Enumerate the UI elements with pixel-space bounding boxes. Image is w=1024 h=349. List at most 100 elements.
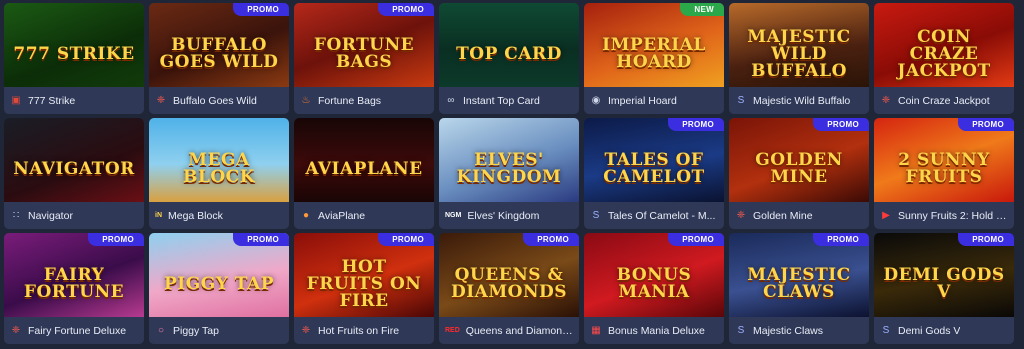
- game-thumbnail[interactable]: 2 Sunny Fruits PROMO: [874, 118, 1014, 202]
- game-footer[interactable]: ▣ 777 Strike: [4, 87, 144, 114]
- dots-icon: ❈: [301, 324, 311, 336]
- game-thumbnail[interactable]: Fortune Bags PROMO: [294, 3, 434, 87]
- game-name: Majestic Claws: [753, 324, 824, 337]
- game-card[interactable]: Piggy Tap PROMO ○ Piggy Tap: [149, 233, 289, 344]
- game-name: Hot Fruits on Fire: [318, 324, 400, 337]
- game-thumbnail[interactable]: Golden Mine PROMO: [729, 118, 869, 202]
- game-name: Fortune Bags: [318, 94, 382, 107]
- game-footer[interactable]: S Majestic Claws: [729, 317, 869, 344]
- game-footer[interactable]: ● AviaPlane: [294, 202, 434, 229]
- game-footer[interactable]: S Majestic Wild Buffalo: [729, 87, 869, 114]
- game-art-title: 2 Sunny Fruits: [898, 150, 990, 187]
- game-card[interactable]: 777 Strike ▣ 777 Strike: [4, 3, 144, 114]
- game-name: Fairy Fortune Deluxe: [28, 324, 127, 337]
- game-card[interactable]: Navigator ∷ Navigator: [4, 118, 144, 229]
- game-name: Imperial Hoard: [608, 94, 677, 107]
- game-footer[interactable]: ❈ Fairy Fortune Deluxe: [4, 317, 144, 344]
- game-card[interactable]: Hot Fruits on Fire PROMO ❈ Hot Fruits on Fi…: [294, 233, 434, 344]
- game-card[interactable]: Majestic Claws PROMO S Majestic Claws: [729, 233, 869, 344]
- game-thumbnail[interactable]: AviaPlane: [294, 118, 434, 202]
- game-card[interactable]: Coin Craze Jackpot ❈ Coin Craze Jackpot: [874, 3, 1014, 114]
- game-thumbnail[interactable]: Majestic Wild Buffalo: [729, 3, 869, 87]
- game-name: Coin Craze Jackpot: [898, 94, 990, 107]
- game-art-title: Elves' Kingdom: [456, 150, 562, 187]
- game-thumbnail[interactable]: Fairy Fortune PROMO: [4, 233, 144, 317]
- game-thumbnail[interactable]: Navigator: [4, 118, 144, 202]
- game-name: Tales Of Camelot - M...: [608, 209, 716, 222]
- game-card[interactable]: Queens & Diamonds PROMO RED Queens and Diam…: [439, 233, 579, 344]
- game-card[interactable]: 2 Sunny Fruits PROMO ▶ Sunny Fruits 2: Hold…: [874, 118, 1014, 229]
- game-thumbnail[interactable]: Imperial Hoard NEW: [584, 3, 724, 87]
- game-card[interactable]: Golden Mine PROMO ❈ Golden Mine: [729, 118, 869, 229]
- game-art-title: Hot Fruits on Fire: [306, 256, 422, 311]
- game-footer[interactable]: S Tales Of Camelot - M...: [584, 202, 724, 229]
- game-thumbnail[interactable]: Bonus Mania PROMO: [584, 233, 724, 317]
- game-art-title: Majestic Wild Buffalo: [747, 26, 851, 81]
- game-art-title: Bonus Mania: [616, 265, 692, 302]
- game-thumbnail[interactable]: Buffalo Goes Wild PROMO: [149, 3, 289, 87]
- game-thumbnail[interactable]: Coin Craze Jackpot: [874, 3, 1014, 87]
- game-name: Bonus Mania Deluxe: [608, 324, 705, 337]
- game-name: Majestic Wild Buffalo: [753, 94, 851, 107]
- game-footer[interactable]: S Demi Gods V: [874, 317, 1014, 344]
- game-footer[interactable]: NGM Elves' Kingdom: [439, 202, 579, 229]
- game-footer[interactable]: RED Queens and Diamonds: [439, 317, 579, 344]
- promo-badge: PROMO: [668, 118, 724, 131]
- game-name: Mega Block: [168, 209, 223, 222]
- game-card[interactable]: Top Card ∞ Instant Top Card: [439, 3, 579, 114]
- game-thumbnail[interactable]: Queens & Diamonds PROMO: [439, 233, 579, 317]
- game-card[interactable]: Fairy Fortune PROMO ❈ Fairy Fortune Deluxe: [4, 233, 144, 344]
- game-footer[interactable]: ♨ Fortune Bags: [294, 87, 434, 114]
- game-art-title: Imperial Hoard: [602, 35, 706, 72]
- game-footer[interactable]: ∷ Navigator: [4, 202, 144, 229]
- game-footer[interactable]: ◉ Imperial Hoard: [584, 87, 724, 114]
- red-icon: RED: [445, 327, 460, 334]
- game-thumbnail[interactable]: Mega Block: [149, 118, 289, 202]
- promo-badge: PROMO: [523, 233, 579, 246]
- game-art-title: Coin Craze Jackpot: [897, 26, 991, 81]
- game-footer[interactable]: ❈ Coin Craze Jackpot: [874, 87, 1014, 114]
- game-footer[interactable]: ○ Piggy Tap: [149, 317, 289, 344]
- game-card[interactable]: Buffalo Goes Wild PROMO ❈ Buffalo Goes Wild: [149, 3, 289, 114]
- game-thumbnail[interactable]: Hot Fruits on Fire PROMO: [294, 233, 434, 317]
- game-name: Navigator: [28, 209, 73, 222]
- game-card[interactable]: Demi Gods V PROMO S Demi Gods V: [874, 233, 1014, 344]
- game-card[interactable]: Mega Block iN Mega Block: [149, 118, 289, 229]
- game-card[interactable]: Elves' Kingdom NGM Elves' Kingdom: [439, 118, 579, 229]
- game-art-title: Fortune Bags: [313, 35, 415, 72]
- game-card[interactable]: Majestic Wild Buffalo S Majestic Wild Buff…: [729, 3, 869, 114]
- game-card[interactable]: Imperial Hoard NEW ◉ Imperial Hoard: [584, 3, 724, 114]
- game-art-title: Fairy Fortune: [23, 265, 125, 302]
- game-thumbnail[interactable]: 777 Strike: [4, 3, 144, 87]
- square-icon: ▣: [11, 94, 21, 106]
- game-thumbnail[interactable]: Demi Gods V PROMO: [874, 233, 1014, 317]
- game-name: Sunny Fruits 2: Hold a...: [898, 209, 1008, 222]
- game-card[interactable]: AviaPlane ● AviaPlane: [294, 118, 434, 229]
- game-thumbnail[interactable]: Majestic Claws PROMO: [729, 233, 869, 317]
- game-footer[interactable]: ❈ Hot Fruits on Fire: [294, 317, 434, 344]
- game-card[interactable]: Bonus Mania PROMO ▦ Bonus Mania Deluxe: [584, 233, 724, 344]
- game-footer[interactable]: iN Mega Block: [149, 202, 289, 229]
- promo-badge: PROMO: [958, 118, 1014, 131]
- game-art-title: Top Card: [456, 43, 562, 64]
- game-name: Instant Top Card: [463, 94, 540, 107]
- game-thumbnail[interactable]: Tales of Camelot PROMO: [584, 118, 724, 202]
- game-footer[interactable]: ▶ Sunny Fruits 2: Hold a...: [874, 202, 1014, 229]
- gamepad-icon: ◉: [591, 94, 601, 106]
- promo-badge: PROMO: [233, 233, 289, 246]
- game-thumbnail[interactable]: Piggy Tap PROMO: [149, 233, 289, 317]
- game-card[interactable]: Tales of Camelot PROMO S Tales Of Camelot -…: [584, 118, 724, 229]
- game-thumbnail[interactable]: Top Card: [439, 3, 579, 87]
- game-name: Demi Gods V: [898, 324, 961, 337]
- game-name: Piggy Tap: [173, 324, 219, 337]
- game-card[interactable]: Fortune Bags PROMO ♨ Fortune Bags: [294, 3, 434, 114]
- game-footer[interactable]: ∞ Instant Top Card: [439, 87, 579, 114]
- promo-badge: PROMO: [378, 3, 434, 16]
- game-footer[interactable]: ▦ Bonus Mania Deluxe: [584, 317, 724, 344]
- s-icon: S: [737, 94, 745, 106]
- game-name: 777 Strike: [28, 94, 76, 107]
- game-thumbnail[interactable]: Elves' Kingdom: [439, 118, 579, 202]
- game-footer[interactable]: ❈ Buffalo Goes Wild: [149, 87, 289, 114]
- game-footer[interactable]: ❈ Golden Mine: [729, 202, 869, 229]
- game-art-title: 777 Strike: [13, 43, 135, 64]
